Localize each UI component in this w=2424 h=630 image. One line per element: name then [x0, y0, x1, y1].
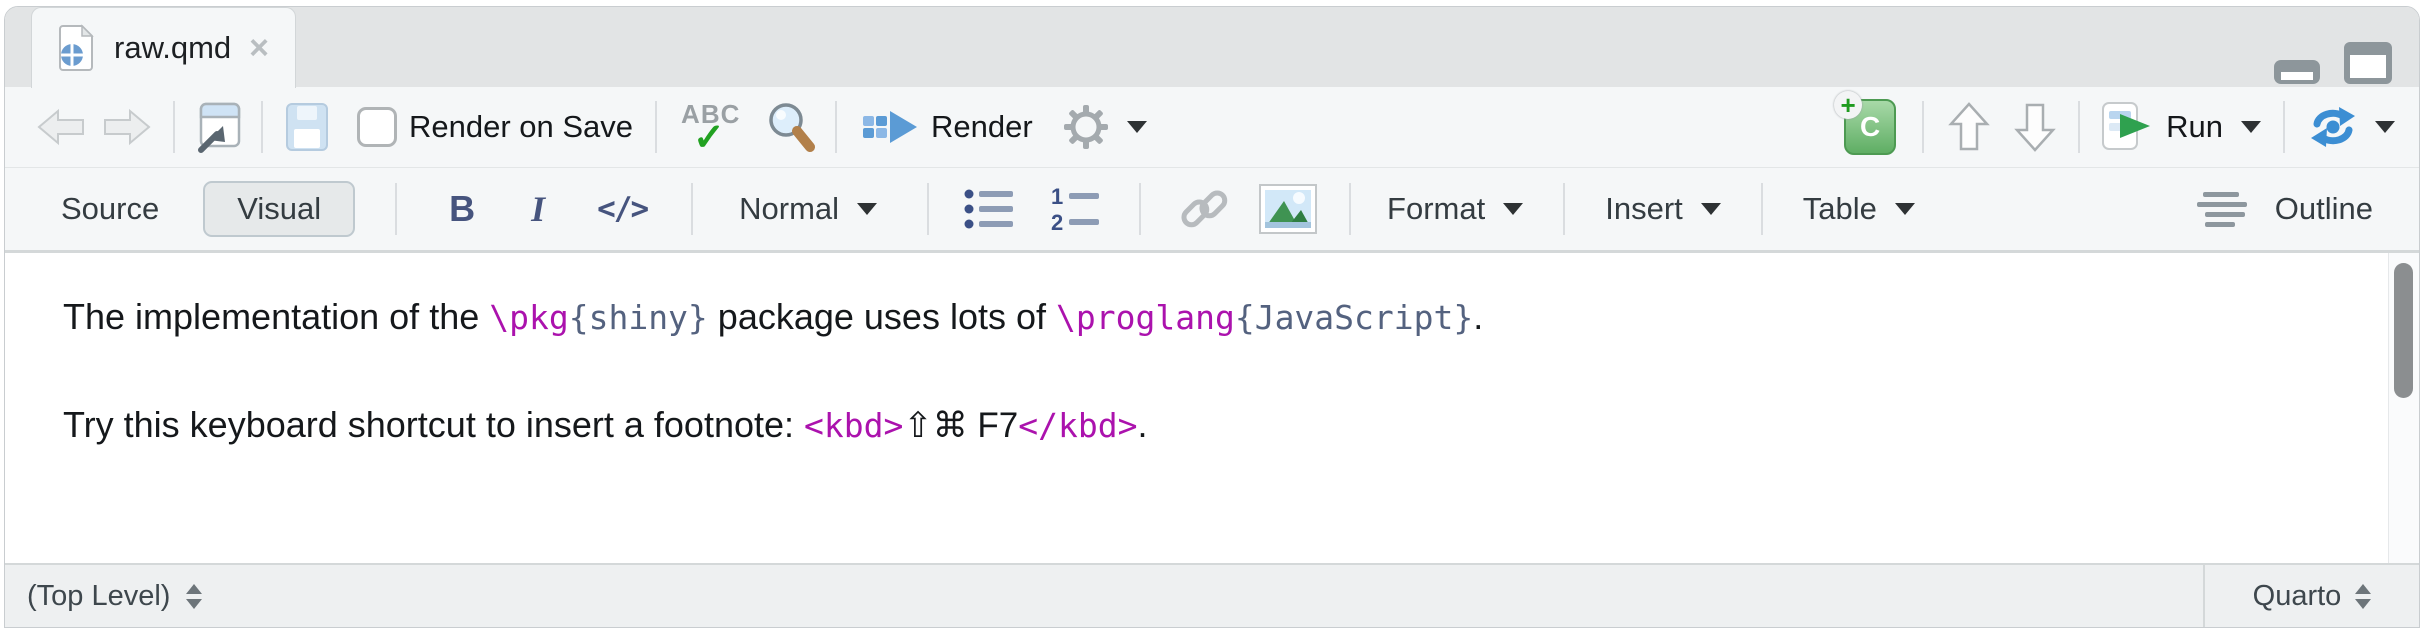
- chevron-down-icon: [1127, 121, 1147, 133]
- format-toolbar: Source Visual B I </> Normal: [5, 168, 2419, 253]
- status-bar: (Top Level) Quarto: [5, 563, 2419, 627]
- visual-mode-button[interactable]: Visual: [203, 181, 355, 237]
- separator: [2078, 101, 2080, 153]
- insert-menu[interactable]: Insert: [1605, 191, 1721, 227]
- outline-label: Outline: [2275, 191, 2373, 227]
- separator: [691, 183, 693, 235]
- run-next-chunk-icon[interactable]: [2014, 101, 2056, 153]
- outline-toggle-button[interactable]: Outline: [2197, 191, 2373, 227]
- run-previous-chunks-icon[interactable]: [1948, 101, 1990, 153]
- render-options-button[interactable]: [1063, 104, 1147, 150]
- separator: [1922, 101, 1924, 153]
- text-run: .: [1473, 296, 1483, 337]
- render-icon: [863, 107, 919, 147]
- rerun-icon: [2309, 107, 2357, 147]
- separator: [1349, 183, 1351, 235]
- back-icon[interactable]: [33, 105, 89, 149]
- main-toolbar: Render on Save ABC ✓: [5, 87, 2419, 168]
- quarto-file-icon: [56, 23, 96, 73]
- up-down-selector-icon: [2355, 584, 2371, 609]
- latex-command: \pkg: [489, 298, 568, 337]
- run-button[interactable]: Run: [2102, 102, 2261, 152]
- scope-selector[interactable]: (Top Level): [5, 565, 2203, 627]
- render-on-save-checkbox[interactable]: [357, 107, 397, 147]
- format-menu[interactable]: Format: [1387, 191, 1523, 227]
- chevron-down-icon: [1895, 203, 1915, 215]
- separator: [2283, 101, 2285, 153]
- tab-title: raw.qmd: [114, 30, 231, 66]
- html-tag: <kbd>: [804, 406, 903, 445]
- text-run: .: [1138, 404, 1148, 445]
- separator: [261, 101, 263, 153]
- plus-badge-icon: +: [1834, 91, 1862, 119]
- paragraph: The implementation of the \pkg{shiny} pa…: [63, 293, 2329, 341]
- outline-icon: [2197, 192, 2249, 227]
- tab-close-icon[interactable]: ×: [249, 31, 269, 65]
- inline-code-button[interactable]: </>: [597, 191, 647, 227]
- minimize-button[interactable]: [2273, 59, 2321, 85]
- html-tag: </kbd>: [1018, 406, 1137, 445]
- chevron-down-icon: [857, 203, 877, 215]
- svg-text:2: 2: [1051, 210, 1063, 232]
- separator: [927, 183, 929, 235]
- separator: [1563, 183, 1565, 235]
- file-type-label: Quarto: [2253, 580, 2342, 613]
- save-icon[interactable]: [285, 102, 329, 152]
- maximize-button[interactable]: [2343, 41, 2393, 85]
- scrollbar-thumb[interactable]: [2394, 263, 2413, 398]
- spellcheck-icon[interactable]: ABC ✓: [679, 99, 745, 155]
- chevron-down-icon: [2241, 121, 2261, 133]
- numbered-list-icon[interactable]: 1 2: [1051, 186, 1105, 232]
- separator: [835, 101, 837, 153]
- text-run: Try this keyboard shortcut to insert a f…: [63, 404, 804, 445]
- tab-bar: raw.qmd ×: [5, 7, 2419, 87]
- source-pane: raw.qmd ×: [4, 6, 2420, 628]
- source-mode-button[interactable]: Source: [61, 191, 159, 227]
- italic-button[interactable]: I: [531, 188, 545, 230]
- tab-raw-qmd[interactable]: raw.qmd ×: [31, 7, 296, 88]
- image-icon[interactable]: [1259, 184, 1317, 234]
- paragraph: Try this keyboard shortcut to insert a f…: [63, 401, 2329, 449]
- document-body: The implementation of the \pkg{shiny} pa…: [5, 253, 2419, 449]
- bold-button[interactable]: B: [449, 188, 475, 230]
- separator: [1761, 183, 1763, 235]
- render-on-save-label: Render on Save: [409, 109, 633, 145]
- paragraph-style-dropdown[interactable]: Normal: [739, 191, 877, 227]
- render-on-save-toggle[interactable]: Render on Save: [357, 107, 633, 147]
- insert-chunk-button[interactable]: +C: [1844, 99, 1896, 155]
- separator: [655, 101, 657, 153]
- up-down-selector-icon: [186, 584, 202, 609]
- render-label: Render: [931, 109, 1033, 145]
- find-replace-icon[interactable]: [765, 100, 817, 154]
- latex-argument: {JavaScript}: [1235, 298, 1473, 337]
- run-icon: [2102, 102, 2154, 152]
- keyboard-shortcut: ⇧⌘ F7: [903, 406, 1018, 445]
- link-icon[interactable]: [1177, 184, 1231, 234]
- run-label: Run: [2166, 109, 2223, 145]
- latex-command: \proglang: [1056, 298, 1235, 337]
- gear-icon: [1063, 104, 1109, 150]
- rerun-button[interactable]: [2309, 107, 2395, 147]
- text-run: package uses lots of: [708, 296, 1056, 337]
- chevron-down-icon: [1701, 203, 1721, 215]
- separator: [1139, 183, 1141, 235]
- editor-pane-window: raw.qmd ×: [0, 0, 2424, 630]
- open-in-new-window-icon[interactable]: [193, 100, 243, 154]
- latex-argument: {shiny}: [569, 298, 708, 337]
- vertical-scrollbar[interactable]: [2388, 253, 2419, 563]
- window-buttons: [2273, 41, 2393, 85]
- text-run: The implementation of the: [63, 296, 489, 337]
- table-menu[interactable]: Table: [1803, 191, 1915, 227]
- scope-label: (Top Level): [27, 580, 170, 613]
- separator: [395, 183, 397, 235]
- visual-editor-canvas[interactable]: The implementation of the \pkg{shiny} pa…: [5, 253, 2419, 563]
- bullet-list-icon[interactable]: [963, 186, 1017, 232]
- file-type-selector[interactable]: Quarto: [2203, 565, 2419, 627]
- chevron-down-icon: [1503, 203, 1523, 215]
- separator: [173, 101, 175, 153]
- svg-text:1: 1: [1051, 186, 1063, 209]
- forward-icon[interactable]: [99, 105, 155, 149]
- chevron-down-icon: [2375, 121, 2395, 133]
- render-button[interactable]: Render: [863, 107, 1033, 147]
